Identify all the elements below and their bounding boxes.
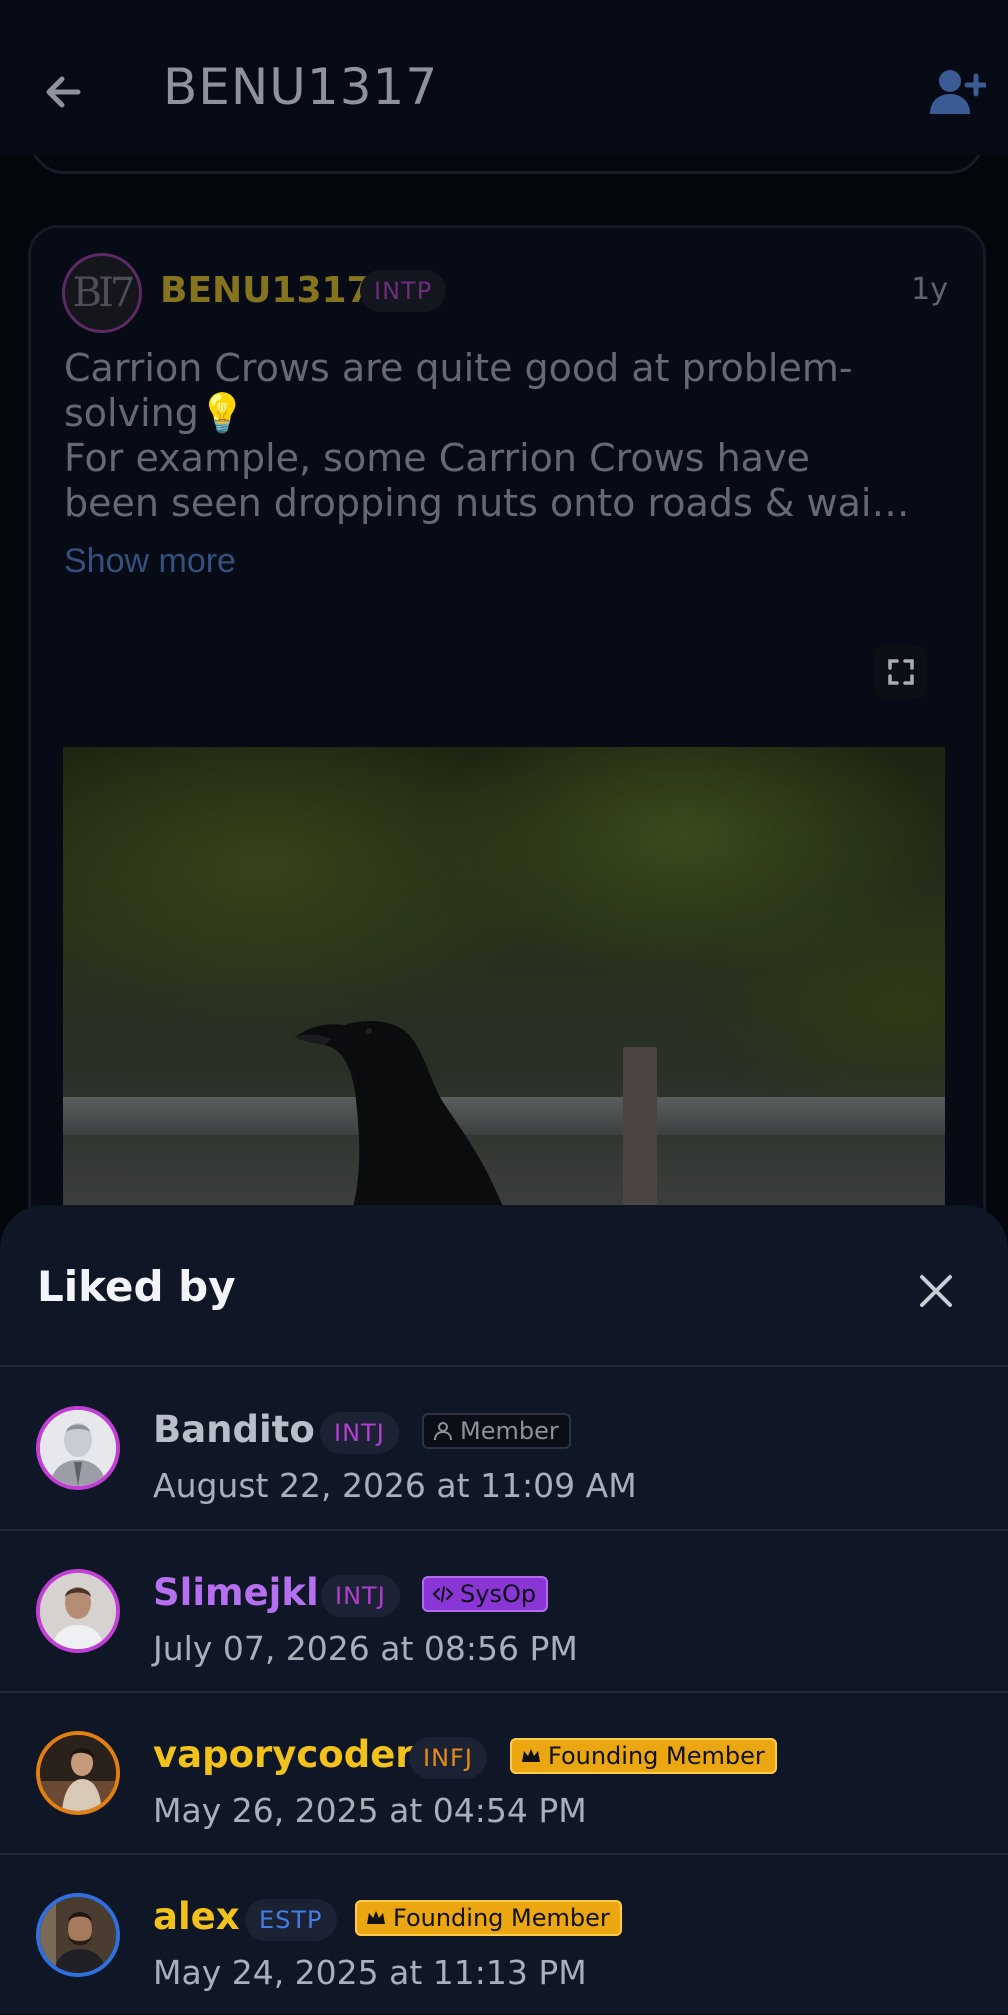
personality-badge: INTJ <box>321 1575 400 1617</box>
role-badge: SysOp <box>422 1576 549 1612</box>
liked-date: May 24, 2025 at 11:13 PM <box>153 1953 587 1992</box>
role-badge: Member <box>422 1413 571 1449</box>
avatar[interactable] <box>36 1731 120 1815</box>
user-name[interactable]: Bandito <box>153 1408 315 1451</box>
like-row[interactable]: Bandito INTJ Member August 22, 2026 at 1… <box>0 1368 1008 1528</box>
arrow-left-icon[interactable] <box>36 64 92 120</box>
like-row[interactable]: vaporycoder INFJ Founding Member May 26,… <box>0 1693 1008 1853</box>
avatar[interactable] <box>36 1406 120 1490</box>
post-image[interactable] <box>63 747 945 1207</box>
divider <box>0 1365 1008 1367</box>
liked-date: July 07, 2026 at 08:56 PM <box>153 1629 578 1668</box>
code-icon <box>432 1583 454 1605</box>
post-author-avatar[interactable]: BI7 <box>62 253 142 333</box>
default-avatar-icon <box>40 1410 116 1486</box>
role-badge-label: SysOp <box>460 1580 537 1608</box>
like-row[interactable]: alex ESTP Founding Member May 24, 2025 a… <box>0 1855 1008 2015</box>
role-badge-label: Founding Member <box>548 1742 765 1770</box>
personality-badge: ESTP <box>245 1899 337 1941</box>
liked-by-sheet: Liked by Bandito INTJ Member August 22, … <box>0 1205 1008 2014</box>
role-badge: Founding Member <box>510 1738 777 1774</box>
user-icon <box>432 1420 454 1442</box>
app-bar: BENU1317 <box>0 0 1008 155</box>
show-more-link[interactable]: Show more <box>64 542 236 581</box>
user-name[interactable]: Slimejkl <box>153 1571 319 1614</box>
post-timestamp: 1y <box>911 272 948 307</box>
personality-badge: INFJ <box>409 1737 487 1779</box>
post-body-line: been seen dropping nuts onto roads & wai… <box>64 481 910 525</box>
post-body-line: Carrion Crows are quite good at problem- <box>64 346 853 390</box>
post-author-name[interactable]: BENU1317 <box>160 270 372 311</box>
liked-date: August 22, 2026 at 11:09 AM <box>153 1466 637 1505</box>
user-name[interactable]: vaporycoder <box>153 1733 414 1776</box>
post-body-line: solving💡 <box>64 391 247 435</box>
post-body-line: For example, some Carrion Crows have <box>64 436 810 480</box>
post-author-personality-badge: INTP <box>360 270 447 312</box>
user-photo <box>40 1735 116 1811</box>
role-badge-label: Founding Member <box>393 1904 610 1932</box>
crown-icon <box>365 1907 387 1929</box>
page-title: BENU1317 <box>163 58 439 116</box>
user-photo <box>40 1573 116 1649</box>
close-icon[interactable] <box>910 1265 962 1317</box>
role-badge-label: Member <box>460 1417 559 1445</box>
sheet-title: Liked by <box>37 1262 236 1311</box>
avatar[interactable] <box>36 1569 120 1653</box>
user-photo <box>40 1897 116 1973</box>
crown-icon <box>520 1745 542 1767</box>
post-body: Carrion Crows are quite good at problem-… <box>64 346 944 526</box>
personality-badge: INTJ <box>320 1412 399 1454</box>
like-row[interactable]: Slimejkl INTJ SysOp July 07, 2026 at 08:… <box>0 1531 1008 1691</box>
avatar-monogram: BI7 <box>72 270 136 316</box>
user-name[interactable]: alex <box>153 1895 240 1938</box>
liked-date: May 26, 2025 at 04:54 PM <box>153 1791 587 1830</box>
fullscreen-icon[interactable] <box>875 646 927 698</box>
role-badge: Founding Member <box>355 1900 622 1936</box>
crow-silhouette <box>295 1021 503 1207</box>
avatar[interactable] <box>36 1893 120 1977</box>
add-user-icon[interactable] <box>926 64 986 120</box>
